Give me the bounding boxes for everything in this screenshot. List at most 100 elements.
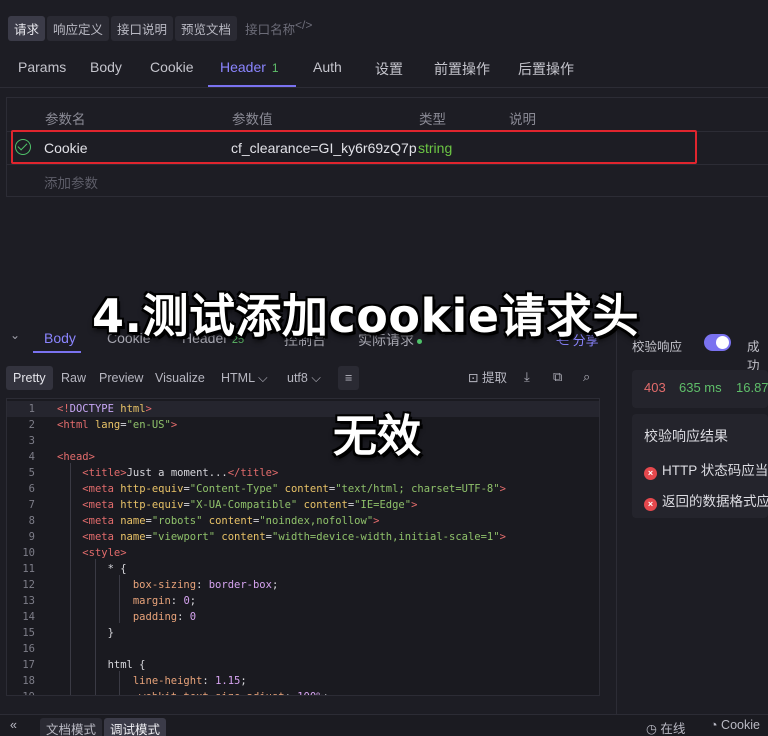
code-line: 12 box-sizing: border-box;	[7, 577, 599, 593]
chevron-down-icon: ⌵	[311, 371, 321, 385]
pretty-button[interactable]: Pretty	[6, 366, 53, 390]
line-number: 18	[22, 675, 35, 687]
validation-error-text: HTTP 状态码应当	[662, 463, 768, 478]
line-number: 11	[22, 563, 35, 575]
column-header-type: 类型	[419, 112, 446, 127]
column-header-desc: 说明	[509, 112, 536, 127]
tab-header-label: Header	[220, 59, 266, 75]
tab-settings[interactable]: 设置	[375, 59, 403, 79]
request-tabs: Params Body Cookie Header 1 Auth 设置 前置操作 …	[0, 50, 768, 88]
encoding-select[interactable]: utf8 ⌵	[280, 366, 328, 390]
chevron-down-icon: ⌵	[258, 371, 268, 385]
code-line: 14 padding: 0	[7, 609, 599, 625]
debug-mode-tab[interactable]: 调试模式	[104, 718, 167, 736]
line-number: 16	[22, 643, 35, 655]
error-icon: ×	[644, 498, 657, 511]
code-text: <meta http-equiv="X-UA-Compatible" conte…	[82, 499, 418, 511]
tab-cookie[interactable]: Cookie	[150, 59, 194, 75]
code-text: }	[57, 627, 114, 639]
add-param-button[interactable]: 添加参数	[44, 172, 98, 192]
line-number: 2	[28, 419, 35, 431]
code-line: 5 <title>Just a moment...</title>	[7, 465, 599, 481]
extract-button[interactable]: ⊡ 提取	[461, 366, 514, 390]
extract-label: 提取	[481, 371, 507, 385]
format-select-value: HTML	[221, 371, 255, 385]
validate-response-toggle[interactable]	[704, 334, 731, 351]
code-line: 6 <meta http-equiv="Content-Type" conten…	[7, 481, 599, 497]
cookie-icon: ◔	[710, 718, 718, 732]
online-icon: ◷	[646, 722, 657, 736]
response-stats: 403 635 ms 16.87	[632, 370, 768, 408]
tab-body[interactable]: Body	[90, 59, 122, 75]
resp-tab-body[interactable]: Body	[44, 330, 76, 346]
column-header-name: 参数名	[45, 112, 86, 127]
code-text: * {	[57, 563, 127, 575]
online-label: 在线	[660, 722, 686, 736]
status-bar: « 文档模式 调试模式 ◷ 在线 ◔ Cookie	[0, 714, 768, 736]
error-icon: ×	[644, 467, 657, 480]
response-size: 16.87	[736, 380, 768, 395]
format-select[interactable]: HTML ⌵	[214, 366, 275, 390]
code-text: <meta http-equiv="Content-Type" content=…	[82, 483, 506, 495]
active-tab-underline	[33, 351, 81, 353]
column-header-value: 参数值	[232, 112, 273, 127]
response-code-editor[interactable]: 1 <!DOCTYPE html> 2 <html lang="en-US"> 3 4 <h…	[6, 398, 600, 696]
code-line: 16	[7, 641, 599, 657]
wrap-lines-icon[interactable]: ≡	[338, 366, 360, 390]
code-line: 3	[7, 433, 599, 449]
response-time: 635 ms	[679, 380, 722, 395]
code-text: <head>	[57, 451, 95, 463]
code-line: 4 <head>	[7, 449, 599, 465]
doc-mode-tab[interactable]: 文档模式	[40, 718, 103, 736]
line-number: 8	[28, 515, 35, 527]
code-line: 9 <meta name="viewport" content="width=d…	[7, 529, 599, 545]
collapse-sidebar-icon[interactable]: «	[10, 718, 17, 732]
api-name-input[interactable]: 接口名称	[239, 16, 301, 41]
code-line: 7 <meta http-equiv="X-UA-Compatible" con…	[7, 497, 599, 513]
line-number: 5	[28, 467, 35, 479]
validation-error-row: × HTTP 状态码应当	[644, 459, 768, 480]
mode-tab-response-def[interactable]: 响应定义	[47, 15, 110, 41]
tab-auth[interactable]: Auth	[313, 59, 342, 75]
search-icon[interactable]: ⌕	[583, 369, 590, 385]
tab-pre-actions[interactable]: 前置操作	[434, 59, 490, 79]
mode-tab-api-desc[interactable]: 接口说明	[111, 15, 174, 41]
code-line: 18 line-height: 1.15;	[7, 673, 599, 689]
line-number: 9	[28, 531, 35, 543]
code-icon[interactable]: </>	[295, 18, 312, 32]
mode-tab-preview-doc[interactable]: 预览文档	[175, 15, 238, 41]
code-line: 15 }	[7, 625, 599, 641]
validate-response-label: 校验响应	[632, 340, 683, 354]
preview-button[interactable]: Preview	[92, 366, 150, 390]
code-text: -webkit-text-size-adjust: 100%;	[57, 689, 329, 695]
raw-button[interactable]: Raw	[54, 366, 93, 390]
validation-error-text: 返回的数据格式应	[662, 494, 768, 509]
code-line: 1 <!DOCTYPE html>	[7, 401, 599, 417]
line-number: 6	[28, 483, 35, 495]
code-text: <!DOCTYPE html>	[57, 403, 152, 415]
line-number: 12	[22, 579, 35, 591]
encoding-select-value: utf8	[287, 371, 308, 385]
download-icon[interactable]: ⤓	[524, 369, 530, 385]
mode-tabs: 请求 响应定义 接口说明 预览文档 接口名称	[8, 15, 301, 41]
code-text: <meta name="robots" content="noindex,nof…	[82, 515, 380, 527]
active-tab-underline	[208, 85, 296, 87]
line-number: 7	[28, 499, 35, 511]
copy-icon[interactable]: ⧉	[553, 369, 562, 385]
tab-header[interactable]: Header 1	[220, 59, 279, 75]
line-number: 3	[28, 435, 35, 447]
mode-tab-request[interactable]: 请求	[8, 15, 46, 41]
code-line: 10 <style>	[7, 545, 599, 561]
cookie-label: Cookie	[721, 718, 760, 732]
line-number: 19	[7, 689, 35, 695]
validation-error-row: × 返回的数据格式应	[644, 490, 768, 511]
line-number: 4	[28, 451, 35, 463]
online-status[interactable]: ◷ 在线	[646, 718, 685, 736]
status-code: 403	[644, 380, 666, 395]
extract-icon: ⊡	[468, 371, 479, 385]
code-line: 19 -webkit-text-size-adjust: 100%;	[7, 689, 599, 695]
tab-post-actions[interactable]: 后置操作	[518, 59, 574, 79]
visualize-button[interactable]: Visualize	[148, 366, 212, 390]
cookie-manager[interactable]: ◔ Cookie	[710, 718, 760, 732]
tab-params[interactable]: Params	[18, 59, 66, 75]
